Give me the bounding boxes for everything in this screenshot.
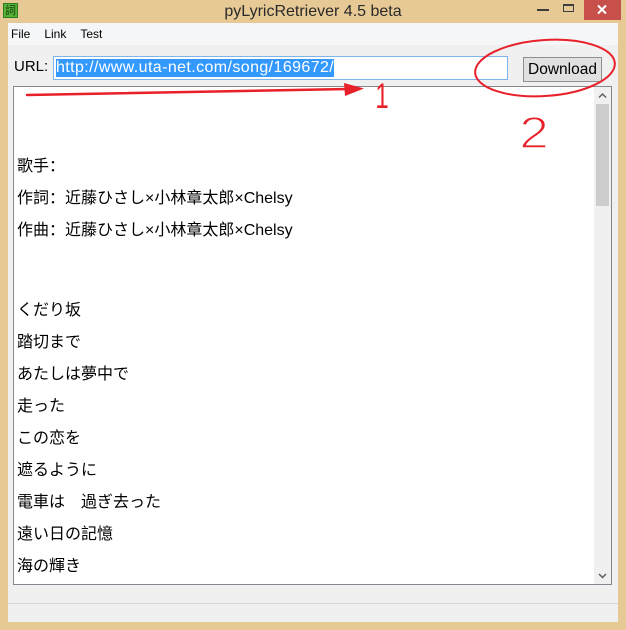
scroll-up-button[interactable] [594,87,611,104]
scrollbar-thumb[interactable] [596,104,609,206]
close-icon [597,4,607,15]
url-input-text[interactable]: http://www.uta-net.com/song/169672/ [56,59,335,77]
status-bar [8,603,618,622]
menu-link[interactable]: Link [44,23,66,45]
maximize-button[interactable] [557,0,582,20]
scroll-down-button[interactable] [594,567,611,584]
menu-file[interactable]: File [11,23,30,45]
menu-test[interactable]: Test [80,23,102,45]
lyrics-text[interactable]: 歌手： 作詞：近藤ひさし×小林章太郎×Chelsy 作曲：近藤ひさし×小林章太郎… [14,87,594,584]
url-label: URL: [14,58,49,75]
chevron-up-icon [598,92,607,99]
minimize-button[interactable] [531,0,556,20]
scrollbar-track[interactable] [594,104,611,567]
title-bar[interactable]: 詞 pyLyricRetriever 4.5 beta [0,0,626,23]
maximize-icon [563,4,574,12]
lyrics-box: 歌手： 作詞：近藤ひさし×小林章太郎×Chelsy 作曲：近藤ひさし×小林章太郎… [13,86,612,585]
lyrics-scrollbar[interactable] [594,87,611,584]
download-button[interactable]: Download [523,57,602,82]
app-window: 詞 pyLyricRetriever 4.5 beta File Link Te… [0,0,626,630]
close-button[interactable] [584,0,621,20]
minimize-icon [537,9,549,11]
client-area: File Link Test URL: http://www.uta-net.c… [8,23,618,622]
menu-bar: File Link Test [8,23,618,45]
url-input[interactable]: http://www.uta-net.com/song/169672/ [53,56,508,80]
chevron-down-icon [598,573,607,579]
